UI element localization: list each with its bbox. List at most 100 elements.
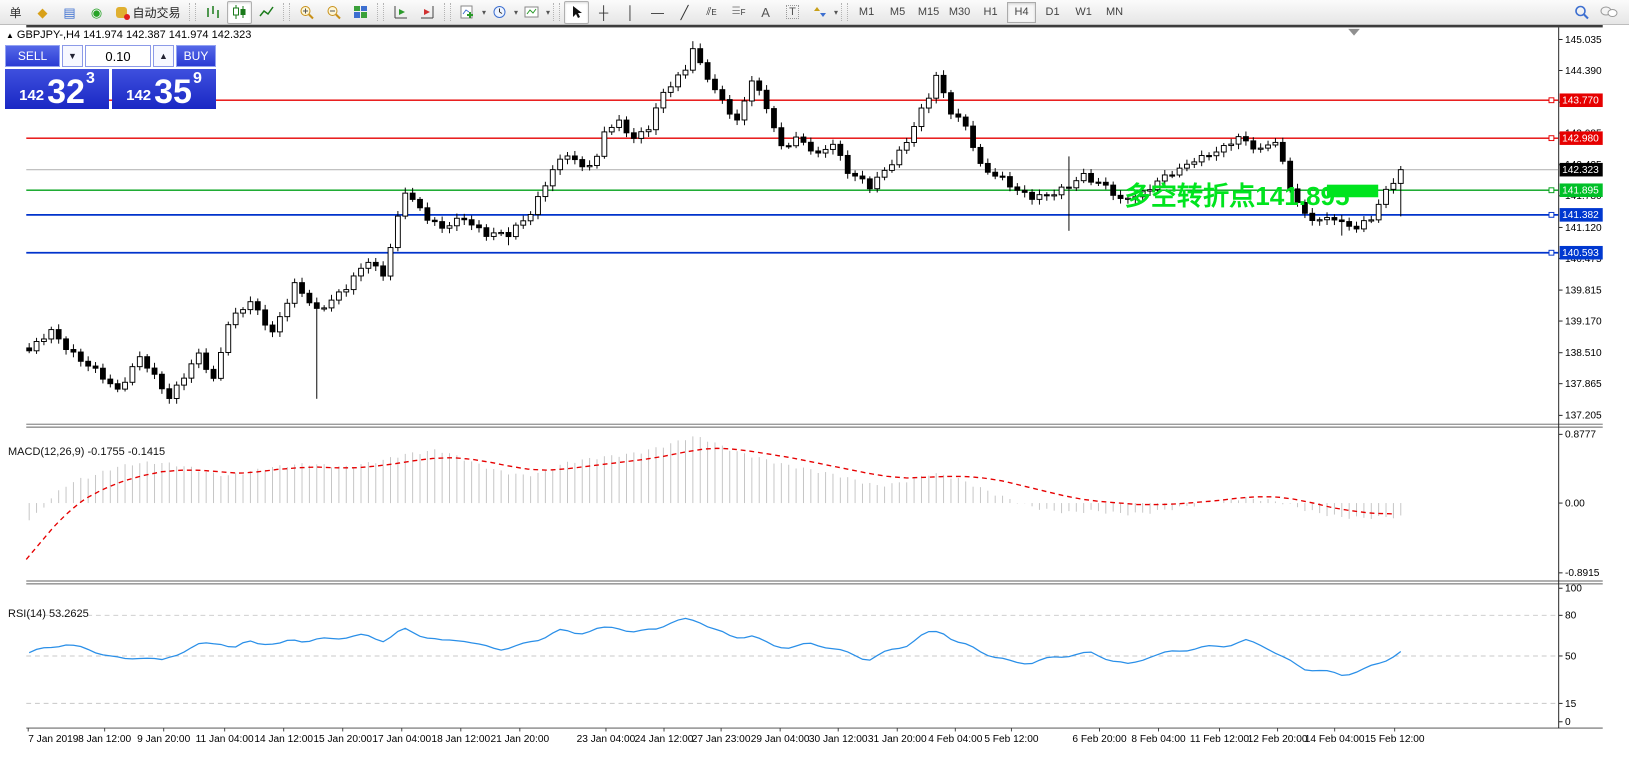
tf-h1[interactable]: H1 — [976, 2, 1005, 23]
vertical-line-icon[interactable]: │ — [618, 1, 643, 24]
tf-m15[interactable]: M15 — [914, 2, 943, 23]
dropdown-caret-icon[interactable]: ▾ — [482, 8, 486, 17]
indicators-icon[interactable] — [455, 1, 480, 24]
buy-button[interactable]: BUY — [176, 45, 216, 67]
market-watch-icon[interactable]: ▤ — [57, 1, 82, 24]
candle-body — [1029, 191, 1035, 200]
fibonacci-icon-letter: F — [740, 7, 746, 17]
candle-body — [601, 131, 608, 157]
candle-body — [763, 89, 770, 110]
scale-tick-label: 137.205 — [1565, 411, 1602, 422]
tf-m1[interactable]: M1 — [852, 2, 881, 23]
tf-m5[interactable]: M5 — [883, 2, 912, 23]
auto-trading-button[interactable]: 自动交易 — [111, 1, 185, 24]
time-label: 14 Feb 04:00 — [1305, 734, 1365, 745]
candle-body — [704, 62, 711, 80]
candle-body — [291, 282, 298, 304]
scale-tick-label: 138.510 — [1565, 348, 1602, 359]
horizontal-line-icon[interactable]: — — [645, 1, 670, 24]
channel-icon[interactable]: ⫽ E — [699, 1, 724, 24]
hline-handle[interactable] — [1548, 135, 1555, 142]
candle-body — [1316, 219, 1323, 222]
chart-canvas[interactable]: 多空转折点141.895145.035144.390143.730143.085… — [0, 25, 1629, 775]
candle-body — [645, 129, 652, 133]
price-label-text: 141.382 — [1562, 210, 1599, 221]
sell-button[interactable]: SELL — [5, 45, 60, 67]
candle-body — [807, 141, 814, 152]
candle-body — [1007, 176, 1013, 188]
search-icon[interactable] — [1569, 1, 1594, 24]
candle-body — [1228, 143, 1235, 147]
tf-w1[interactable]: W1 — [1069, 2, 1098, 23]
channel-icon-letter: E — [711, 7, 717, 17]
candle-body — [181, 377, 187, 386]
text-tool-icon[interactable]: A — [753, 1, 778, 24]
auto-scroll-icon[interactable] — [415, 1, 440, 24]
fibonacci-icon[interactable]: ☰ F — [726, 1, 751, 24]
tf-mn[interactable]: MN — [1100, 2, 1129, 23]
templates-icon[interactable] — [519, 1, 544, 24]
chart-shift-icon[interactable] — [388, 1, 413, 24]
hline-handle[interactable] — [1548, 249, 1555, 256]
time-label: 18 Jan 12:00 — [431, 734, 490, 745]
gold-bars-icon[interactable]: ◆ — [30, 1, 55, 24]
candle-body — [1117, 194, 1124, 199]
dropdown-caret-icon[interactable]: ▾ — [514, 8, 518, 17]
hline-handle[interactable] — [1548, 97, 1555, 104]
zoom-in-icon[interactable] — [294, 1, 319, 24]
rsi-value: 53.2625 — [48, 608, 89, 620]
candle-body — [785, 145, 792, 148]
candle-body — [608, 126, 615, 133]
tf-h4[interactable]: H4 — [1007, 1, 1037, 23]
candle-body — [889, 164, 895, 171]
signals-icon[interactable]: ◉ — [84, 1, 109, 24]
volume-decrease-button[interactable]: ▼ — [62, 45, 83, 67]
candle-body — [1014, 186, 1021, 191]
candle-body — [1169, 174, 1176, 177]
new-order-button[interactable]: 单 — [3, 1, 28, 24]
candle-body — [1265, 144, 1271, 149]
annotation-text[interactable]: 多空转折点141.895 — [1125, 181, 1350, 211]
tf-d1[interactable]: D1 — [1038, 2, 1067, 23]
label-tool-icon[interactable]: T — [780, 1, 805, 24]
buy-price-display[interactable]: 142 35 9 — [112, 69, 216, 109]
candle-body — [1368, 219, 1375, 222]
candle-body — [940, 74, 947, 94]
hline-handle[interactable] — [1548, 187, 1555, 194]
candle-body — [431, 219, 438, 223]
dropdown-caret-icon[interactable]: ▾ — [546, 8, 550, 17]
chart-candles-icon[interactable] — [227, 0, 252, 24]
arrows-tool-icon[interactable] — [807, 1, 832, 24]
crosshair-icon[interactable]: ┼ — [591, 1, 616, 24]
candle-body — [461, 217, 468, 221]
dropdown-caret-icon[interactable]: ▾ — [834, 8, 838, 17]
candle-body — [335, 291, 342, 301]
chart-line-icon[interactable] — [254, 1, 279, 24]
tile-windows-icon[interactable] — [348, 1, 373, 24]
periods-icon[interactable] — [487, 1, 512, 24]
volume-input[interactable]: 0.10 — [85, 45, 151, 67]
auto-trading-label: 自动交易 — [132, 5, 181, 20]
sell-price-display[interactable]: 142 32 3 — [5, 69, 109, 109]
cursor-icon[interactable] — [564, 0, 590, 24]
buy-price-pips: 35 — [154, 72, 192, 111]
candle-body — [512, 224, 519, 238]
candle-body — [129, 366, 136, 383]
chart-bars-icon[interactable] — [200, 1, 225, 24]
candle-body — [92, 365, 99, 369]
candle-body — [284, 302, 291, 318]
candle-body — [527, 214, 534, 222]
candle-body — [1279, 141, 1286, 162]
time-label: 29 Jan 04:00 — [751, 734, 810, 745]
toolbar-grip — [283, 3, 290, 21]
volume-increase-button[interactable]: ▲ — [153, 45, 174, 67]
chat-icon[interactable] — [1596, 1, 1621, 24]
candle-body — [48, 329, 55, 340]
tf-m30[interactable]: M30 — [945, 2, 974, 23]
symbol-header-text: GBPJPY-,H4 141.974 142.387 141.974 142.3… — [16, 29, 252, 41]
hline-handle[interactable] — [1548, 211, 1555, 218]
candle-body — [778, 127, 785, 147]
candle-body — [1198, 155, 1205, 163]
trendline-icon[interactable]: ╱ — [672, 1, 697, 24]
zoom-out-icon[interactable] — [321, 1, 346, 24]
